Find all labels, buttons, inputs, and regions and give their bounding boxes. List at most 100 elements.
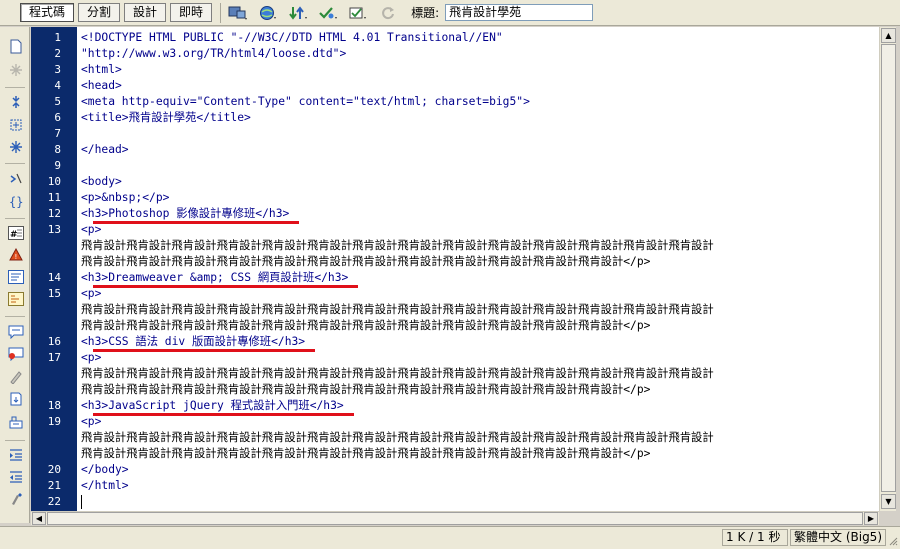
code-line: <title>飛肯設計學苑</title> [81,111,251,124]
line-number: 20 [47,463,61,476]
line-number-gutter: 1 2 3 4 5 6 7 8 9 10 11 12 13 14 15 16 17 18 19 20 21 22 [31,27,77,511]
line-numbers-icon[interactable]: # [7,226,25,242]
highlight-invalid-code-icon[interactable]: ! [7,247,25,264]
vertical-scroll-thumb[interactable] [881,44,896,492]
live-view-button[interactable]: 即時 [170,3,213,22]
scroll-left-button[interactable]: ◀ [32,512,46,525]
horizontal-scrollbar[interactable]: ◀ ▶ [31,511,879,525]
show-code-navigator-icon[interactable] [7,63,25,79]
code-line: <p> [81,287,102,300]
code-view-button[interactable]: 程式碼 [20,3,75,22]
refresh-icon[interactable] [377,3,399,23]
word-wrap-icon[interactable] [7,270,25,286]
line-number: 8 [54,143,61,156]
line-number: 19 [47,415,61,428]
code-line: 飛肯設計飛肯設計飛肯設計飛肯設計飛肯設計飛肯設計飛肯設計飛肯設計飛肯設計飛肯設計… [81,383,651,396]
code-line: <p>&nbsp;</p> [81,191,170,204]
code-line: </head> [81,143,129,156]
remove-comment-icon[interactable] [7,347,25,363]
line-number: 16 [47,335,61,348]
collapse-selection-icon[interactable] [7,118,25,134]
code-line: <!DOCTYPE HTML PUBLIC "-//W3C//DTD HTML … [81,31,503,44]
split-view-button[interactable]: 分割 [78,3,121,22]
file-management-icon[interactable] [287,3,309,23]
horizontal-scroll-thumb[interactable] [47,512,863,525]
title-label: 標題: [411,6,440,20]
scroll-down-button[interactable]: ▼ [881,494,896,509]
heading-underline [93,413,354,416]
apply-comment-icon[interactable] [7,325,25,341]
svg-text:{}: {} [9,195,23,208]
code-line: <meta http-equiv="Content-Type" content=… [81,95,530,108]
line-number: 22 [47,495,61,508]
line-number: 12 [47,207,61,220]
encoding-indicator: 繁體中文 (Big5) [790,529,886,546]
check-page-icon[interactable] [317,3,339,23]
visual-aids-icon[interactable] [347,3,369,23]
resize-grip-icon[interactable] [888,535,898,546]
document-title-input[interactable]: 飛肯設計學苑 [445,4,594,21]
line-number: 5 [54,95,61,108]
svg-text:#: # [10,230,18,240]
outdent-code-icon[interactable] [7,470,25,486]
code-line: <html> [81,63,122,76]
code-line: 飛肯設計飛肯設計飛肯設計飛肯設計飛肯設計飛肯設計飛肯設計飛肯設計飛肯設計飛肯設計… [81,239,714,252]
code-line: 飛肯設計飛肯設計飛肯設計飛肯設計飛肯設計飛肯設計飛肯設計飛肯設計飛肯設計飛肯設計… [81,447,651,460]
balance-braces-icon[interactable]: {} [7,194,25,210]
code-line: <h3>JavaScript jQuery 程式設計入門班</h3> [81,399,344,412]
code-line: 飛肯設計飛肯設計飛肯設計飛肯設計飛肯設計飛肯設計飛肯設計飛肯設計飛肯設計飛肯設計… [81,367,714,380]
line-number: 2 [54,47,61,60]
wrap-tag-icon[interactable] [7,370,25,386]
heading-underline [93,221,300,224]
code-line: </html> [81,479,129,492]
line-number: 15 [47,287,61,300]
indent-code-icon[interactable] [7,448,25,464]
line-number: 13 [47,223,61,236]
multiscreen-icon[interactable] [227,3,249,23]
line-number: 10 [47,175,61,188]
file-size-download-time: 1 K / 1 秒 [722,529,788,546]
code-line: <h3>Photoshop 影像設計專修班</h3> [81,207,290,220]
line-number: 3 [54,63,61,76]
code-line: <p> [81,223,102,236]
status-bar: 1 K / 1 秒 繁體中文 (Big5) [0,526,900,549]
line-number: 21 [47,479,61,492]
syntax-coloring-icon[interactable] [7,292,25,308]
move-css-icon[interactable] [7,415,25,431]
document-toolbar: 程式碼 分割 設計 即時 標題: 飛肯設計學苑 [0,0,900,26]
line-number: 9 [54,159,61,172]
code-line: 飛肯設計飛肯設計飛肯設計飛肯設計飛肯設計飛肯設計飛肯設計飛肯設計飛肯設計飛肯設計… [81,431,714,444]
open-documents-icon[interactable] [7,39,25,55]
code-line: <head> [81,79,122,92]
code-line: <h3>Dreamweaver &amp; CSS 網頁設計班</h3> [81,271,349,284]
line-number: 6 [54,111,61,124]
code-line: <p> [81,351,102,364]
code-line: </body> [81,463,129,476]
code-line: "http://www.w3.org/TR/html4/loose.dtd"> [81,47,347,60]
select-parent-tag-icon[interactable] [7,172,25,188]
vertical-scrollbar[interactable]: ▲ ▼ [879,27,896,511]
code-editor[interactable]: <!DOCTYPE HTML PUBLIC "-//W3C//DTD HTML … [77,27,879,511]
recent-snippets-icon[interactable] [7,392,25,408]
line-number: 4 [54,79,61,92]
line-number: 17 [47,351,61,364]
scroll-up-button[interactable]: ▲ [881,28,896,43]
line-number: 18 [47,399,61,412]
preview-browser-icon[interactable] [257,3,279,23]
code-line: <p> [81,415,102,428]
coding-toolbar: {} # ! [0,27,30,523]
toolbar-divider [220,2,222,23]
line-number: 11 [47,191,61,204]
text-cursor [81,495,82,509]
line-number: 1 [54,31,61,44]
format-source-icon[interactable] [7,492,25,508]
scroll-right-button[interactable]: ▶ [864,512,878,525]
collapse-full-tag-icon[interactable] [7,95,25,111]
code-line: 飛肯設計飛肯設計飛肯設計飛肯設計飛肯設計飛肯設計飛肯設計飛肯設計飛肯設計飛肯設計… [81,255,651,268]
design-view-button[interactable]: 設計 [124,3,167,22]
svg-text:!: ! [15,253,18,261]
expand-all-icon[interactable] [7,140,25,156]
code-line: <h3>CSS 語法 div 版面設計專修班</h3> [81,335,306,348]
heading-underline [93,349,316,352]
heading-underline [93,285,359,288]
